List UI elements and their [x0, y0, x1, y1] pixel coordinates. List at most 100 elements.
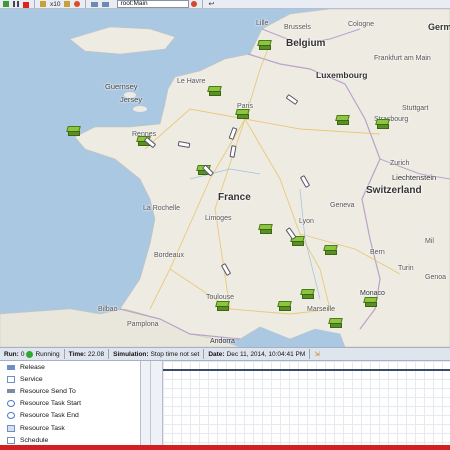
- label-france: France: [218, 192, 251, 203]
- run-status: Run: 0 Running: [0, 350, 64, 358]
- label-jersey: Jersey: [120, 95, 143, 104]
- status-bar: Run: 0 Running Time: 22.08 Simulation: S…: [0, 347, 450, 361]
- label-bordeaux: Bordeaux: [154, 252, 184, 259]
- simulation-label: Simulation:: [113, 350, 149, 358]
- arrow-left-icon[interactable]: ↩: [208, 0, 214, 8]
- distribution-center-node[interactable]: [258, 224, 273, 234]
- label-pamplona: Pamplona: [127, 321, 159, 328]
- label-liechtenstein: Liechtenstein: [392, 173, 437, 182]
- distribution-center-node[interactable]: [257, 40, 272, 50]
- schedule-icon: [7, 436, 15, 444]
- palette-item[interactable]: Resource Send To: [0, 385, 140, 397]
- toolbar-separator: [85, 0, 87, 8]
- run-dropdown-icon[interactable]: [3, 1, 9, 7]
- status-expand-icon[interactable]: ⇲: [310, 350, 323, 358]
- label-la-rochelle: La Rochelle: [143, 205, 180, 212]
- label-lyon: Lyon: [299, 218, 314, 225]
- time-value: 22.08: [87, 350, 105, 358]
- palette-item-label: Resource Task End: [20, 412, 79, 420]
- palette-item[interactable]: Resource Task End: [0, 410, 140, 422]
- label-monaco: Monaco: [360, 290, 385, 297]
- label-guernsey: Guernsey: [105, 82, 138, 91]
- label-geneva: Geneva: [330, 202, 355, 209]
- palette-item[interactable]: Release: [0, 361, 140, 373]
- label-germany: Germ: [428, 22, 450, 32]
- simulation-value: Stop time not set: [150, 350, 200, 358]
- slower-icon[interactable]: [40, 1, 46, 7]
- experiment-select[interactable]: root:Main: [117, 0, 190, 8]
- cursor-icon[interactable]: [74, 1, 81, 7]
- date-status: Date: Dec 11, 2014, 10:04:41 PM: [204, 351, 309, 358]
- distribution-center-node[interactable]: [323, 245, 338, 255]
- label-zurich: Zurich: [390, 160, 410, 167]
- label-luxembourg: Luxembourg: [316, 70, 368, 80]
- label-stuttgart: Stuttgart: [402, 105, 429, 112]
- distribution-center-node[interactable]: [363, 297, 378, 307]
- run-label: Run:: [4, 350, 19, 358]
- video-progress-bar: [0, 445, 450, 450]
- canvas-frame-edge: [163, 369, 450, 371]
- toolbar-separator: [34, 0, 35, 8]
- stop-button[interactable]: [23, 1, 29, 8]
- palette-item-label: Service: [20, 375, 43, 383]
- palette-item-label: Resource Send To: [20, 387, 76, 395]
- label-bilbao: Bilbao: [98, 306, 118, 313]
- label-limoges: Limoges: [205, 215, 232, 222]
- process-library-palette: Release Service Resource Send To Resourc…: [0, 361, 141, 450]
- distribution-center-node[interactable]: [215, 301, 230, 311]
- palette-item[interactable]: Resource Task Start: [0, 398, 140, 410]
- label-milan: Mil: [425, 238, 434, 245]
- splitter-line: [150, 361, 151, 450]
- label-cologne: Cologne: [348, 21, 375, 28]
- distribution-center-node[interactable]: [277, 301, 292, 311]
- running-icon: [26, 350, 34, 358]
- resource-send-to-icon: [7, 389, 15, 394]
- palette-item[interactable]: Resource Task: [0, 422, 140, 434]
- speed-label: x10: [50, 0, 61, 8]
- palette-item-label: Resource Task Start: [20, 400, 82, 408]
- faster-icon[interactable]: [64, 1, 71, 7]
- palette-item-label: Release: [20, 363, 45, 371]
- label-toulouse: Toulouse: [206, 294, 235, 301]
- distribution-center-node[interactable]: [66, 126, 81, 136]
- palette-splitter[interactable]: [141, 361, 163, 450]
- simulation-status: Simulation: Stop time not set: [109, 351, 203, 358]
- label-turin: Turin: [398, 265, 414, 272]
- label-genoa: Genoa: [425, 274, 447, 281]
- distribution-center-node[interactable]: [328, 318, 343, 328]
- label-marseille: Marseille: [307, 306, 336, 313]
- label-andorra: Andorra: [210, 338, 235, 345]
- navigate-back-icon[interactable]: [102, 1, 110, 7]
- date-value: Dec 11, 2014, 10:04:41 PM: [226, 350, 306, 358]
- label-bern: Bern: [370, 249, 385, 256]
- distribution-center-node[interactable]: [207, 86, 222, 96]
- navigate-icon[interactable]: [91, 1, 99, 7]
- distribution-center-node[interactable]: [300, 289, 315, 299]
- model-editor-canvas[interactable]: [163, 361, 450, 450]
- pause-icon[interactable]: [13, 1, 19, 7]
- resource-task-icon: [7, 424, 15, 432]
- label-brussels: Brussels: [284, 24, 311, 31]
- palette-item-label: Resource Task: [20, 424, 65, 432]
- palette-item-label: Schedule: [20, 436, 49, 444]
- palette-item[interactable]: Service: [0, 373, 140, 385]
- date-label: Date:: [208, 350, 225, 358]
- distribution-center-node[interactable]: [235, 109, 250, 119]
- settings-icon[interactable]: [191, 1, 198, 7]
- service-icon: [7, 375, 15, 383]
- label-frankfurt: Frankfurt am Main: [374, 55, 431, 62]
- release-icon: [7, 364, 15, 370]
- label-belgium: Belgium: [286, 38, 326, 49]
- time-label: Time:: [68, 350, 86, 358]
- gis-map[interactable]: France Belgium Luxembourg Switzerland Li…: [0, 9, 450, 347]
- label-switzerland: Switzerland: [366, 185, 422, 196]
- run-value: 0: [20, 350, 25, 358]
- simulation-toolbar: x10 root:Main ↩: [0, 0, 450, 9]
- distribution-center-node[interactable]: [375, 119, 390, 129]
- resource-task-end-icon: [7, 412, 15, 420]
- distribution-center-node[interactable]: [335, 115, 350, 125]
- resource-task-start-icon: [7, 400, 15, 408]
- run-state: Running: [35, 350, 60, 358]
- label-lille: Lille: [256, 20, 269, 27]
- time-status: Time: 22.08: [65, 351, 109, 358]
